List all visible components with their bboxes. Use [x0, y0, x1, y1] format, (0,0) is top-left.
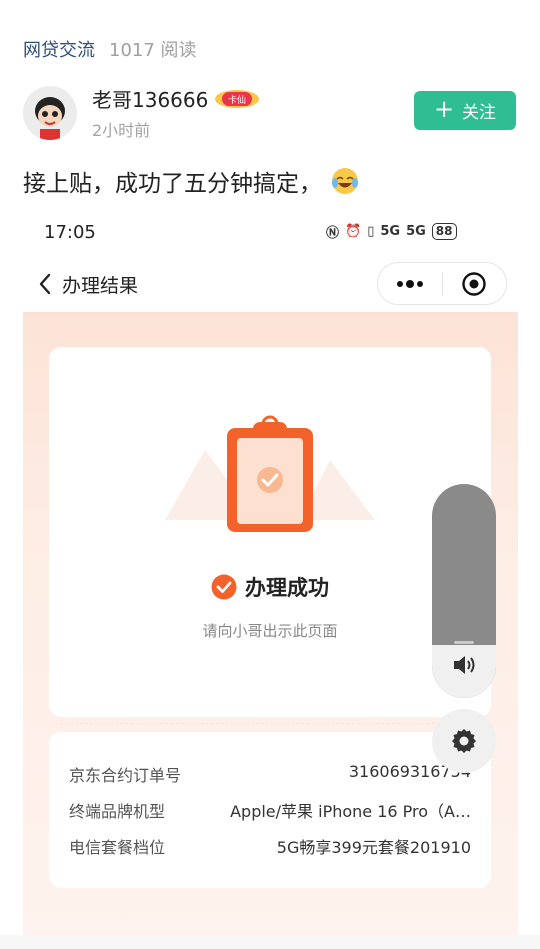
bottom-bar	[0, 935, 540, 949]
avatar[interactable]	[23, 86, 77, 140]
read-count: 1017 阅读	[109, 40, 197, 61]
more-icon	[396, 279, 423, 288]
detail-row-order: 京东合约订单号 316069316754	[69, 762, 471, 786]
detail-label: 终端品牌机型	[69, 802, 166, 821]
gear-icon	[452, 729, 476, 753]
plus-icon: +	[433, 95, 455, 123]
nfc-icon: Ⓝ	[326, 226, 340, 241]
forum-header: 网贷交流 1017 阅读	[23, 36, 197, 62]
status-time: 17:05	[44, 222, 96, 243]
signal-5g-icon-2: 5G	[406, 224, 426, 239]
post-text: 接上贴，成功了五分钟搞定，	[23, 171, 322, 197]
page-title: 办理结果	[62, 275, 139, 297]
detail-row-device: 终端品牌机型 Apple/苹果 iPhone 16 Pro（A…	[69, 798, 471, 822]
detail-value: 5G畅享399元套餐201910	[276, 838, 471, 857]
close-target-icon	[462, 271, 486, 296]
detail-label: 电信套餐档位	[69, 838, 166, 857]
volume-icon	[454, 656, 475, 674]
settings-button[interactable]	[432, 709, 496, 773]
post-body: 接上贴，成功了五分钟搞定，	[23, 164, 360, 198]
author-name[interactable]: 老哥136666	[92, 84, 208, 113]
more-button[interactable]	[378, 263, 442, 304]
battery-icon: 88	[431, 223, 457, 240]
card-divider	[60, 723, 480, 724]
close-button[interactable]	[443, 263, 507, 304]
back-icon[interactable]	[36, 272, 54, 296]
volume-slider[interactable]	[432, 484, 496, 698]
alarm-icon: ⏰	[345, 224, 362, 239]
post-time: 2小时前	[92, 121, 151, 140]
detail-row-plan: 电信套餐档位 5G畅享399元套餐201910	[69, 834, 471, 858]
follow-label: 关注	[462, 103, 497, 123]
signal-5g-icon: 5G	[380, 224, 401, 239]
vibrate-icon: ▯	[367, 224, 375, 239]
detail-value: Apple/苹果 iPhone 16 Pro（A…	[230, 802, 471, 821]
check-circle-icon	[211, 574, 237, 600]
forum-name[interactable]: 网贷交流	[23, 36, 95, 62]
mini-program-capsule	[377, 262, 507, 305]
laugh-cry-emoji-icon	[332, 168, 358, 194]
clipboard-illustration	[165, 415, 375, 532]
follow-button[interactable]: + 关注	[414, 91, 516, 130]
badge-label: 卡仙	[228, 94, 246, 106]
detail-label: 京东合约订单号	[69, 766, 182, 785]
volume-handle[interactable]	[454, 641, 474, 644]
status-icons: Ⓝ ⏰ ▯ 5G 5G 88	[326, 222, 457, 241]
result-status: 办理成功	[245, 576, 329, 600]
author-badge: 卡仙	[214, 88, 260, 110]
